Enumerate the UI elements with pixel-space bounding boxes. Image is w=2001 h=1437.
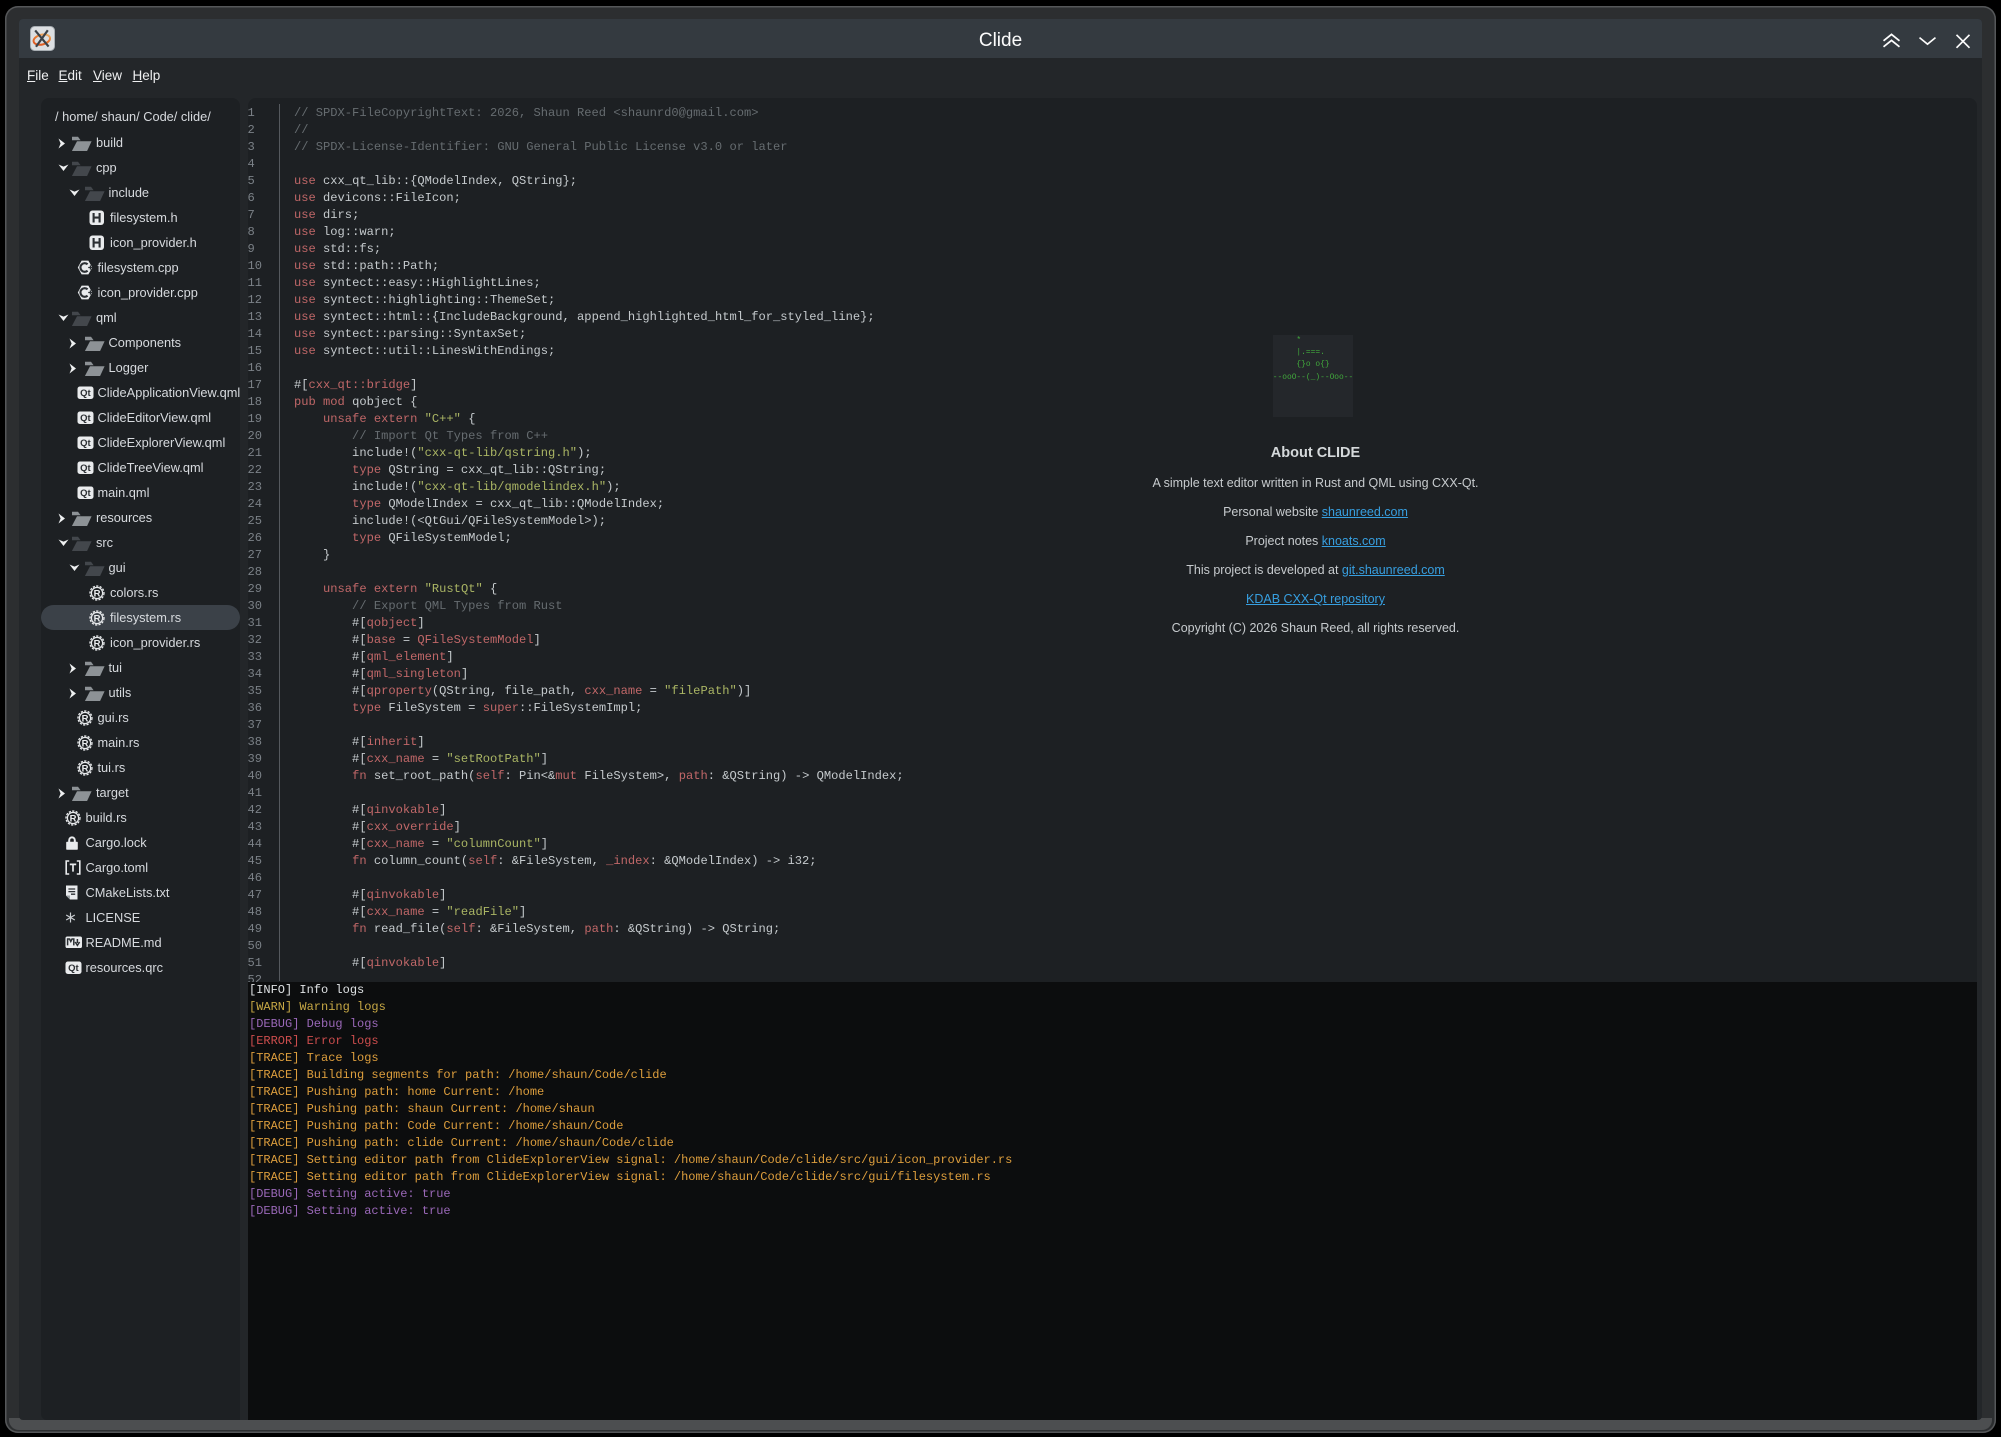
svg-text:Qt: Qt: [80, 463, 91, 474]
svg-text:R: R: [94, 613, 101, 624]
svg-text:R: R: [82, 738, 89, 749]
svg-text:Qt: Qt: [68, 963, 79, 974]
svg-text:Qt: Qt: [80, 438, 91, 449]
svg-text:R: R: [70, 813, 77, 824]
svg-text:R: R: [94, 588, 101, 599]
svg-text:Qt: Qt: [80, 413, 91, 424]
svg-text:R: R: [82, 713, 89, 724]
svg-text:R: R: [82, 763, 89, 774]
svg-text:R: R: [94, 638, 101, 649]
svg-text:Qt: Qt: [80, 488, 91, 499]
svg-text:Qt: Qt: [80, 388, 91, 399]
